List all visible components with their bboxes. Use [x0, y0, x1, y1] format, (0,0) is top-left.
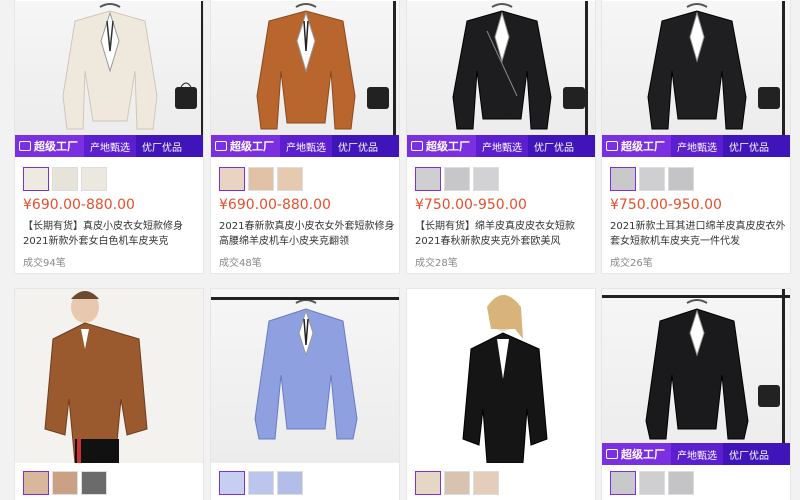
product-card[interactable] — [14, 288, 204, 500]
model-image — [407, 289, 595, 463]
product-card[interactable]: 超级工厂 产地甄选 优厂优品 ¥690.00-880.00 2021春新款真皮小… — [210, 0, 400, 274]
super-factory-banner: 超级工厂 产地甄选 优厂优品 — [602, 135, 790, 157]
thumbnail[interactable] — [668, 471, 694, 495]
super-factory-banner: 超级工厂 产地甄选 优厂优品 — [602, 443, 790, 465]
super-factory-banner: 超级工厂 产地甄选 优厂优品 — [407, 135, 595, 157]
thumbnail[interactable] — [52, 471, 78, 495]
jacket-image — [645, 299, 780, 440]
price: ¥690.00-880.00 — [219, 197, 331, 213]
thumbnail[interactable] — [639, 471, 665, 495]
thumbnail[interactable] — [610, 471, 636, 495]
diamond-icon — [19, 141, 31, 151]
sold-count: 成交94笔 — [23, 258, 66, 269]
thumbnail[interactable] — [415, 167, 441, 191]
thumbnail[interactable] — [668, 167, 694, 191]
jacket-image — [62, 3, 197, 130]
product-title[interactable]: 2021春新款真皮小皮衣女外套短款修身高腰绵羊皮机车小皮夹克翻领 — [219, 219, 395, 249]
diamond-icon — [215, 141, 227, 151]
thumbnail[interactable] — [277, 167, 303, 191]
product-card[interactable] — [210, 288, 400, 500]
thumbnail-strip — [610, 167, 694, 191]
product-image[interactable] — [211, 289, 399, 463]
product-grid: 超级工厂 产地甄选 优厂优品 ¥690.00-880.00 【长期有货】真皮小皮… — [0, 0, 800, 500]
thumbnail-strip — [415, 471, 499, 495]
thumbnail[interactable] — [473, 167, 499, 191]
product-image[interactable] — [407, 1, 595, 139]
thumbnail[interactable] — [23, 167, 49, 191]
product-image[interactable] — [211, 1, 399, 139]
thumbnail-strip — [23, 167, 107, 191]
thumbnail[interactable] — [52, 167, 78, 191]
diamond-icon — [411, 141, 423, 151]
product-card[interactable]: 超级工厂 产地甄选 优厂优品 ¥690.00-880.00 【长期有货】真皮小皮… — [14, 0, 204, 274]
jacket-image — [256, 3, 389, 130]
jacket-image — [647, 3, 780, 130]
product-title[interactable]: 【长期有货】真皮小皮衣女短款修身2021新款外套女白色机车皮夹克 — [23, 219, 199, 249]
product-image[interactable] — [602, 289, 790, 463]
thumbnail[interactable] — [23, 471, 49, 495]
thumbnail-strip — [23, 471, 107, 495]
model-image — [15, 289, 203, 463]
product-card[interactable] — [406, 288, 596, 500]
diamond-icon — [606, 141, 618, 151]
sold-count: 成交26笔 — [610, 258, 653, 269]
thumbnail[interactable] — [248, 167, 274, 191]
product-card[interactable]: 超级工厂 产地甄选 优厂优品 — [601, 288, 791, 500]
thumbnail[interactable] — [81, 167, 107, 191]
price: ¥750.00-950.00 — [415, 197, 527, 213]
price: ¥690.00-880.00 — [23, 197, 135, 213]
thumbnail[interactable] — [444, 471, 470, 495]
sold-count: 成交28笔 — [415, 258, 458, 269]
thumbnail[interactable] — [415, 471, 441, 495]
product-title[interactable]: 2021新款土耳其进口绵羊皮真皮皮衣外套女短款机车皮夹克一件代发 — [610, 219, 786, 249]
thumbnail[interactable] — [444, 167, 470, 191]
super-factory-banner: 超级工厂 产地甄选 优厂优品 — [15, 135, 203, 157]
price: ¥750.00-950.00 — [610, 197, 722, 213]
thumbnail[interactable] — [219, 167, 245, 191]
thumbnail[interactable] — [277, 471, 303, 495]
sold-count: 成交48笔 — [219, 258, 262, 269]
thumbnail[interactable] — [473, 471, 499, 495]
thumbnail[interactable] — [639, 167, 665, 191]
product-title[interactable]: 【长期有货】绵羊皮真皮皮衣女短款2021春秋新款皮夹克外套欧美风 — [415, 219, 591, 249]
thumbnail-strip — [610, 471, 694, 495]
product-image[interactable] — [407, 289, 595, 463]
thumbnail[interactable] — [219, 471, 245, 495]
product-card[interactable]: 超级工厂 产地甄选 优厂优品 ¥750.00-950.00 2021新款土耳其进… — [601, 0, 791, 274]
thumbnail-strip — [219, 471, 303, 495]
diamond-icon — [606, 449, 618, 459]
thumbnail[interactable] — [610, 167, 636, 191]
thumbnail-strip — [415, 167, 499, 191]
jacket-image — [254, 299, 358, 440]
product-image[interactable] — [602, 1, 790, 139]
product-card[interactable]: 超级工厂 产地甄选 优厂优品 ¥750.00-950.00 【长期有货】绵羊皮真… — [406, 0, 596, 274]
jacket-image — [452, 3, 585, 130]
super-factory-banner: 超级工厂 产地甄选 优厂优品 — [211, 135, 399, 157]
thumbnail[interactable] — [248, 471, 274, 495]
product-image[interactable] — [15, 1, 203, 139]
thumbnail-strip — [219, 167, 303, 191]
product-image[interactable] — [15, 289, 203, 463]
thumbnail[interactable] — [81, 471, 107, 495]
